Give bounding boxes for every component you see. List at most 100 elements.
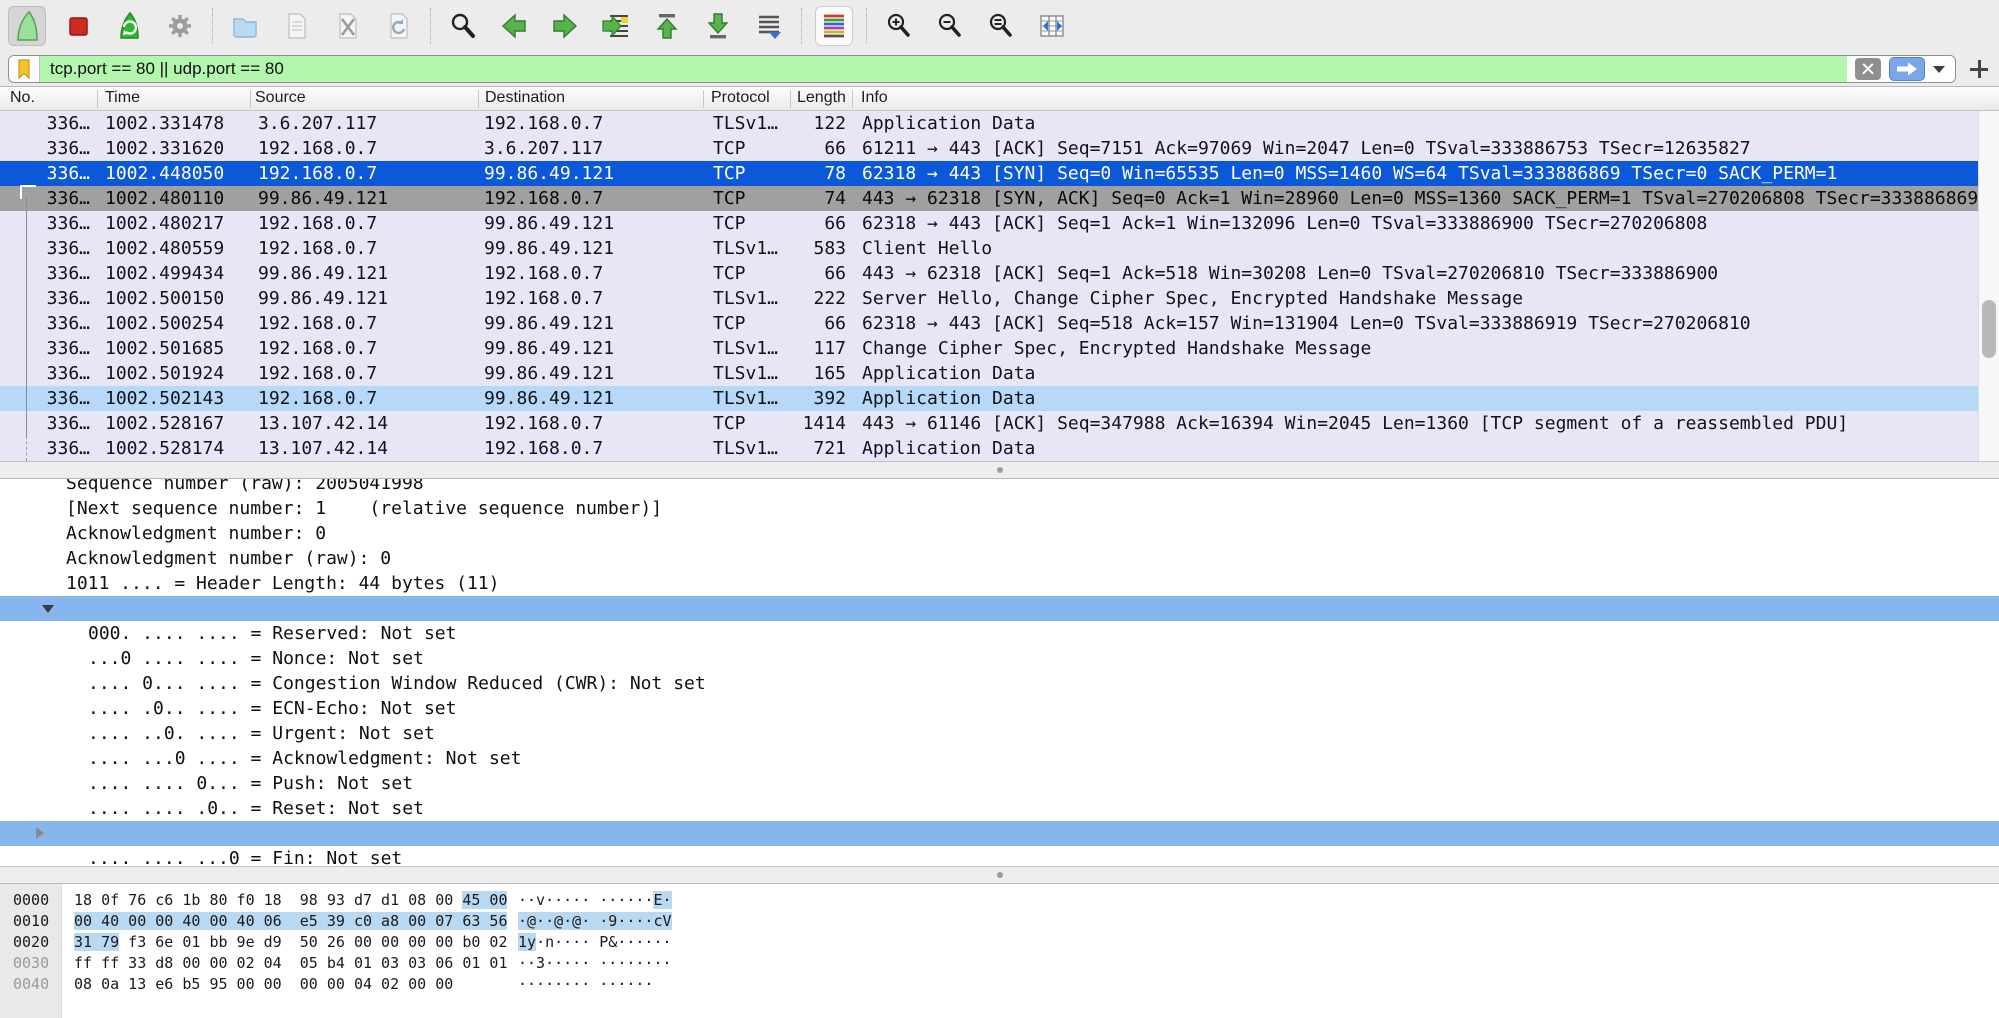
filter-clear-button[interactable] — [1855, 58, 1881, 80]
packet-row[interactable]: 336…1002.331620192.168.0.73.6.207.117TCP… — [0, 136, 1999, 161]
toolbar-separator — [430, 8, 432, 44]
packet-row[interactable]: 336…1002.52816713.107.42.14192.168.0.7TC… — [0, 411, 1999, 436]
hex-row[interactable]: 002031 79 f3 6e 01 bb 9e d9 50 26 00 00 … — [0, 932, 1999, 953]
arrow-left-icon — [498, 10, 530, 42]
toolbar-separator — [801, 8, 803, 44]
detail-line[interactable]: Sequence number (raw): 2005041998 — [0, 479, 1999, 496]
expand-closed-icon[interactable] — [36, 827, 44, 839]
hex-row[interactable]: 004008 0a 13 e6 b5 95 00 00 00 00 04 02 … — [0, 974, 1999, 995]
packet-row[interactable]: 336…1002.50015099.86.49.121192.168.0.7TL… — [0, 286, 1999, 311]
detail-line-syn-highlighted[interactable]: .... .... ..1. = Syn: Set — [0, 821, 1999, 846]
packet-row-selected[interactable]: 336…1002.448050192.168.0.799.86.49.121TC… — [0, 161, 1999, 186]
detail-line[interactable]: .... 0... .... = Congestion Window Reduc… — [0, 671, 1999, 696]
packet-row[interactable]: 336…1002.49943499.86.49.121192.168.0.7TC… — [0, 261, 1999, 286]
conversation-line — [26, 197, 27, 436]
detail-line-flags-selected[interactable]: Flags: 0x002 (SYN) — [0, 596, 1999, 621]
capture-options-button[interactable] — [161, 6, 199, 46]
pane-splitter-bottom[interactable] — [0, 866, 1999, 884]
packet-row[interactable]: 336…1002.52817413.107.42.14192.168.0.7TL… — [0, 436, 1999, 461]
detail-line[interactable]: ...0 .... .... = Nonce: Not set — [0, 646, 1999, 671]
column-divider[interactable] — [852, 90, 853, 108]
packet-row[interactable]: 336…1002.3314783.6.207.117192.168.0.7TLS… — [0, 111, 1999, 136]
save-file-button[interactable] — [277, 6, 315, 46]
packet-row[interactable]: 336…1002.480559192.168.0.799.86.49.121TL… — [0, 236, 1999, 261]
filter-expression[interactable]: tcp.port == 80 || udp.port == 80 — [40, 59, 284, 79]
colorize-packets-button[interactable] — [815, 6, 853, 46]
zoom-in-button[interactable] — [880, 6, 918, 46]
open-file-button[interactable] — [226, 6, 264, 46]
save-document-icon — [280, 10, 312, 42]
expand-open-icon[interactable] — [42, 605, 54, 613]
column-header-protocol[interactable]: Protocol — [711, 89, 770, 107]
column-divider[interactable] — [703, 90, 704, 108]
packet-list-scrollbar[interactable] — [1978, 111, 1999, 461]
stop-capture-button[interactable] — [59, 6, 97, 46]
detail-line[interactable]: .... .... 0... = Push: Not set — [0, 771, 1999, 796]
hex-row[interactable]: 0030ff ff 33 d8 00 00 02 04 05 b4 01 03 … — [0, 953, 1999, 974]
toolbar-separator — [866, 8, 868, 44]
packet-list-header: No. Time Source Destination Protocol Len… — [0, 86, 1999, 111]
resize-columns-button[interactable] — [1033, 6, 1071, 46]
detail-line[interactable]: .... .0.. .... = ECN-Echo: Not set — [0, 696, 1999, 721]
conversation-start-marker — [20, 185, 36, 199]
column-header-length[interactable]: Length — [797, 89, 850, 107]
column-divider[interactable] — [790, 90, 791, 108]
column-divider[interactable] — [97, 90, 98, 108]
column-header-no[interactable]: No. — [10, 89, 35, 107]
hex-row[interactable]: 001000 40 00 00 40 00 40 06 e5 39 c0 a8 … — [0, 911, 1999, 932]
close-document-icon — [331, 10, 363, 42]
detail-line[interactable]: Acknowledgment number: 0 — [0, 521, 1999, 546]
conversation-line-dashed — [26, 436, 27, 461]
colorize-icon — [818, 10, 850, 42]
close-file-button[interactable] — [328, 6, 366, 46]
packet-row-related[interactable]: 336…1002.48011099.86.49.121192.168.0.7TC… — [0, 186, 1999, 211]
display-filter-input[interactable]: tcp.port == 80 || udp.port == 80 — [8, 55, 1956, 83]
go-forward-button[interactable] — [546, 6, 584, 46]
toolbar-separator — [212, 8, 214, 44]
go-to-packet-icon — [600, 10, 632, 42]
detail-line[interactable]: .... ...0 .... = Acknowledgment: Not set — [0, 746, 1999, 771]
detail-line[interactable]: Acknowledgment number (raw): 0 — [0, 546, 1999, 571]
find-packet-button[interactable] — [444, 6, 482, 46]
packet-row[interactable]: 336…1002.500254192.168.0.799.86.49.121TC… — [0, 311, 1999, 336]
gear-icon — [164, 10, 196, 42]
start-capture-button[interactable] — [8, 6, 46, 46]
packet-row[interactable]: 336…1002.501924192.168.0.799.86.49.121TL… — [0, 361, 1999, 386]
column-header-time[interactable]: Time — [105, 89, 140, 107]
pane-splitter-top[interactable] — [0, 461, 1999, 479]
column-header-destination[interactable]: Destination — [485, 89, 565, 107]
restart-capture-button[interactable] — [110, 6, 148, 46]
wireshark-window: tcp.port == 80 || udp.port == 80 No. Tim… — [0, 0, 1999, 1018]
go-to-top-button[interactable] — [648, 6, 686, 46]
go-to-bottom-button[interactable] — [699, 6, 737, 46]
column-divider[interactable] — [250, 90, 251, 108]
packet-row[interactable]: 336…1002.480217192.168.0.799.86.49.121TC… — [0, 211, 1999, 236]
filter-dropdown-caret[interactable] — [1933, 66, 1945, 73]
detail-line[interactable]: 000. .... .... = Reserved: Not set — [0, 621, 1999, 646]
detail-line[interactable]: 1011 .... = Header Length: 44 bytes (11) — [0, 571, 1999, 596]
reload-file-button[interactable] — [379, 6, 417, 46]
stop-icon — [62, 10, 94, 42]
go-to-packet-button[interactable] — [597, 6, 635, 46]
packet-row[interactable]: 336…1002.501685192.168.0.799.86.49.121TL… — [0, 336, 1999, 361]
filter-apply-button[interactable] — [1889, 57, 1925, 81]
scrollbar-thumb[interactable] — [1982, 300, 1996, 358]
auto-scroll-icon — [753, 10, 785, 42]
zoom-reset-button[interactable] — [982, 6, 1020, 46]
packet-row-highlighted[interactable]: 336…1002.502143192.168.0.799.86.49.121TL… — [0, 386, 1999, 411]
packet-details-pane: Sequence number (raw): 2005041998 [Next … — [0, 479, 1999, 866]
column-divider[interactable] — [478, 90, 479, 108]
hex-row[interactable]: 000018 0f 76 c6 1b 80 f0 18 98 93 d7 d1 … — [0, 890, 1999, 911]
go-back-button[interactable] — [495, 6, 533, 46]
detail-line[interactable]: .... ..0. .... = Urgent: Not set — [0, 721, 1999, 746]
detail-line[interactable]: .... .... .0.. = Reset: Not set — [0, 796, 1999, 821]
detail-line[interactable]: .... .... ...0 = Fin: Not set — [0, 846, 1999, 866]
filter-add-button[interactable] — [1970, 60, 1988, 78]
filter-bookmark-button[interactable] — [9, 56, 40, 82]
filter-controls — [1847, 56, 1955, 82]
column-header-info[interactable]: Info — [861, 89, 888, 107]
detail-line[interactable]: [Next sequence number: 1 (relative seque… — [0, 496, 1999, 521]
auto-scroll-button[interactable] — [750, 6, 788, 46]
zoom-out-button[interactable] — [931, 6, 969, 46]
column-header-source[interactable]: Source — [255, 89, 306, 107]
